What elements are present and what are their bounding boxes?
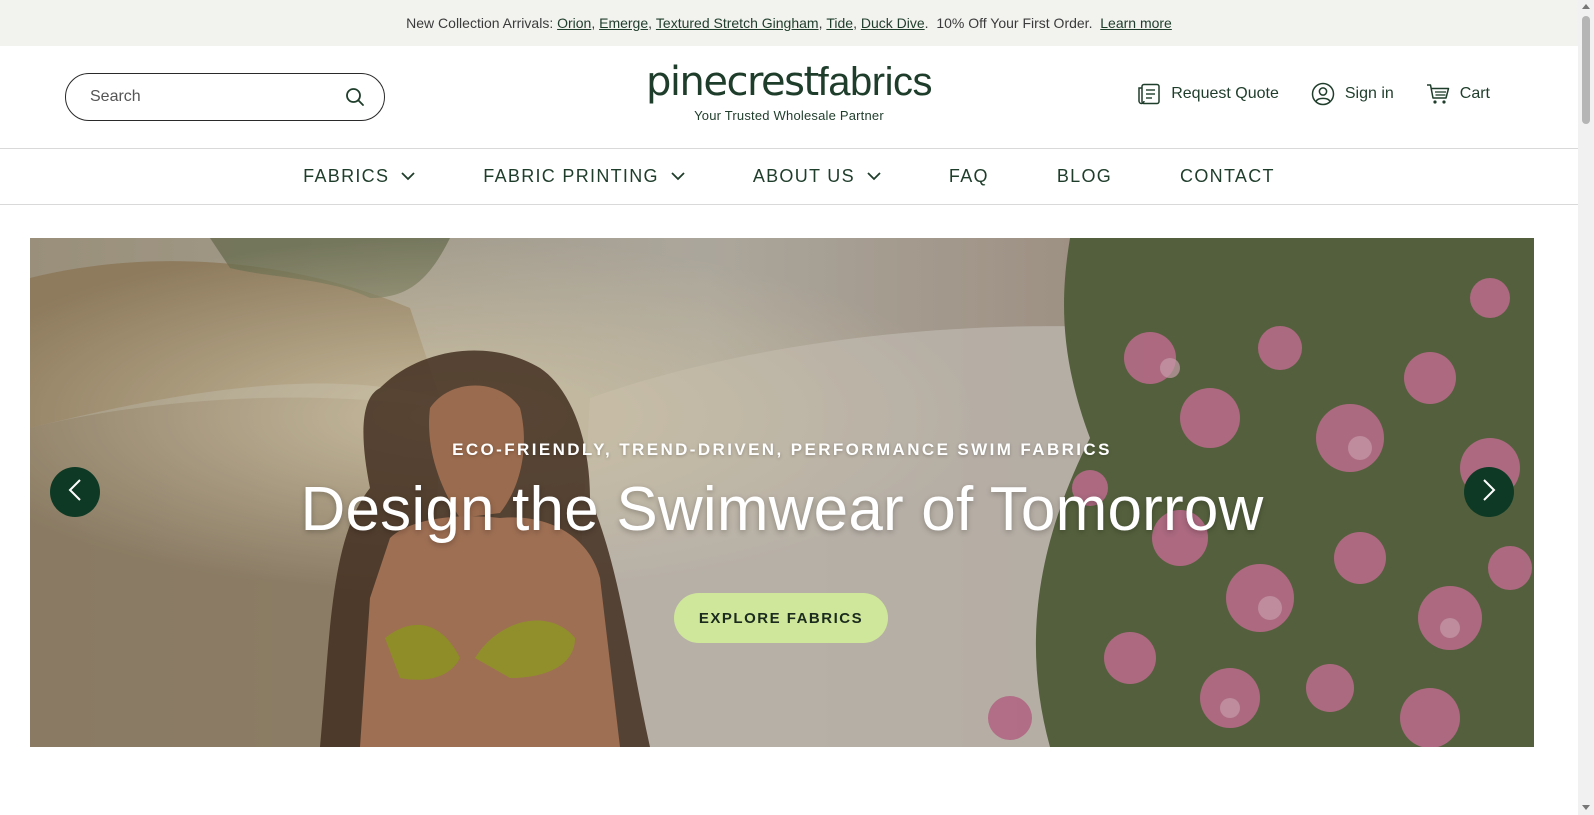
scroll-up-arrow-icon[interactable] [1582, 4, 1590, 9]
carousel-prev-button[interactable] [50, 467, 100, 517]
period-separator: . [924, 15, 937, 31]
site-header: pinecrestfabrics Your Trusted Wholesale … [0, 46, 1578, 149]
nav-item-blog[interactable]: BLOG [1057, 166, 1112, 187]
chevron-down-icon [401, 172, 415, 181]
carousel-next-button[interactable] [1464, 467, 1514, 517]
chevron-down-icon [671, 172, 685, 181]
comma-separator: , [648, 15, 656, 31]
brand-tagline: Your Trusted Wholesale Partner [694, 108, 884, 123]
page-scrollbar[interactable] [1578, 0, 1594, 815]
announcement-link-emerge[interactable]: Emerge [599, 15, 648, 31]
cart-label: Cart [1459, 85, 1490, 102]
scroll-down-arrow-icon[interactable] [1582, 805, 1590, 810]
explore-fabrics-button[interactable]: EXPLORE FABRICS [674, 593, 888, 643]
chevron-down-icon [867, 172, 881, 181]
hero-banner: ECO-FRIENDLY, TREND-DRIVEN, PERFORMANCE … [30, 238, 1534, 747]
hero-headline: Design the Swimwear of Tomorrow [300, 475, 1264, 544]
quote-icon [1137, 83, 1161, 105]
page: New Collection Arrivals: Orion, Emerge, … [0, 0, 1578, 815]
scrollbar-thumb[interactable] [1582, 16, 1590, 124]
cart-button[interactable]: Cart [1426, 83, 1490, 105]
nav-item-label: CONTACT [1180, 166, 1275, 186]
nav-item-about-us[interactable]: ABOUT US [753, 166, 881, 187]
nav-item-label: ABOUT US [752, 166, 855, 186]
user-icon [1311, 82, 1335, 106]
announcement-link-duck-dive[interactable]: Duck Dive [861, 15, 925, 31]
learn-more-link[interactable]: Learn more [1100, 15, 1172, 31]
nav-item-fabrics[interactable]: FABRICS [303, 166, 415, 187]
nav-item-contact[interactable]: CONTACT [1180, 166, 1275, 187]
announcement-link-tide[interactable]: Tide [826, 15, 853, 31]
request-quote-label: Request Quote [1171, 85, 1279, 102]
nav-item-label: FABRICS [303, 166, 390, 186]
announcement-offer: 10% Off Your First Order. [936, 15, 1093, 31]
sign-in-button[interactable]: Sign in [1311, 82, 1394, 106]
announcement-prefix: New Collection Arrivals: [406, 15, 558, 31]
announcement-link-textured-stretch-gingham[interactable]: Textured Stretch Gingham [656, 15, 819, 31]
nav-item-label: FABRIC PRINTING [483, 166, 659, 186]
header-actions: Request Quote Sign in Cart [1137, 82, 1490, 106]
comma-separator: , [591, 15, 600, 31]
nav-item-label: BLOG [1056, 166, 1113, 186]
nav-item-faq[interactable]: FAQ [949, 166, 989, 187]
hero-eyebrow: ECO-FRIENDLY, TREND-DRIVEN, PERFORMANCE … [452, 440, 1112, 459]
announcement-bar: New Collection Arrivals: Orion, Emerge, … [0, 0, 1578, 46]
cart-icon [1426, 83, 1450, 105]
nav-item-label: FAQ [948, 166, 989, 186]
request-quote-button[interactable]: Request Quote [1137, 83, 1279, 105]
brand-name-part2: fabrics [817, 60, 933, 104]
chevron-left-icon [68, 478, 82, 506]
comma-separator: , [853, 15, 861, 31]
main-nav: FABRICS FABRIC PRINTING ABOUT US FAQ BLO… [0, 149, 1578, 205]
announcement-link-orion[interactable]: Orion [557, 15, 591, 31]
chevron-right-icon [1482, 478, 1496, 506]
nav-item-fabric-printing[interactable]: FABRIC PRINTING [483, 166, 685, 187]
brand-name-part1: pinecrest [646, 59, 819, 105]
comma-separator: , [818, 15, 827, 31]
sign-in-label: Sign in [1344, 85, 1394, 102]
